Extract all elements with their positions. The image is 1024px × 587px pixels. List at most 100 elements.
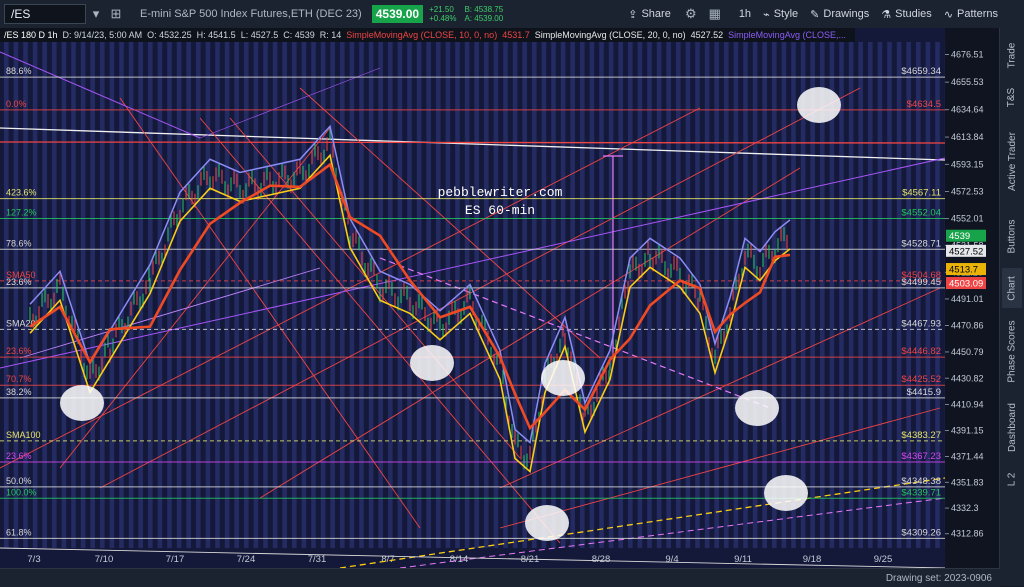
tab-phase-scores-label: Phase Scores: [1006, 319, 1018, 383]
session-stripe: [23, 42, 28, 548]
fib-level-right-label: $4309.26: [901, 527, 941, 538]
fib-level-left-label: SMA100: [6, 430, 41, 440]
session-stripe: [244, 42, 249, 548]
studies-label: Studies: [895, 8, 932, 20]
studies-button[interactable]: ⚗ Studies: [881, 8, 932, 21]
session-stripe: [215, 42, 220, 548]
flask-icon: ⚗: [881, 8, 892, 21]
ask-value: A: 4539.00: [464, 14, 504, 23]
fib-level-left-label: 50.0%: [6, 476, 32, 486]
price-tick-label: 4332.3: [951, 503, 979, 513]
session-stripe: [263, 42, 268, 548]
session-stripe: [320, 42, 326, 548]
session-stripe: [791, 42, 796, 548]
sma10-label[interactable]: SimpleMovingAvg (CLOSE, 10, 0, no): [346, 30, 497, 40]
date-tick-label: 7/3: [27, 554, 40, 565]
session-stripe: [359, 42, 364, 548]
tab-trade[interactable]: Trade: [1002, 34, 1022, 76]
timeframe-button[interactable]: 1h: [739, 8, 751, 20]
price-tick-label: 4312.86: [951, 529, 984, 539]
session-stripe: [724, 42, 729, 548]
price-tick-label: 4634.64: [951, 105, 984, 115]
style-icon: ⌁: [763, 8, 770, 21]
session-stripe: [512, 42, 518, 548]
bar-open: O: 4532.25: [147, 30, 192, 40]
session-stripe: [426, 42, 431, 548]
tab-chart[interactable]: Chart: [1002, 268, 1022, 308]
tab-time-sales-label: T&S: [1006, 87, 1018, 107]
session-stripe: [647, 42, 652, 548]
fib-level-right-label: $4348.38: [901, 476, 941, 487]
fib-level-right-label: $4567.11: [902, 188, 941, 199]
session-stripe: [234, 42, 239, 548]
tab-buttons[interactable]: Buttons: [1002, 208, 1022, 264]
fib-level-left-label: 127.2%: [6, 208, 37, 218]
session-stripe: [848, 42, 854, 548]
status-bar: Drawing set: 2023-0906: [0, 568, 1000, 587]
chart-area[interactable]: 4676.51 4655.53 4634.64 4613.84 4593.15 4572.…: [0, 28, 1000, 569]
symbol-search-icon[interactable]: ▾: [86, 4, 106, 24]
drawings-button[interactable]: ✎ Drawings: [810, 8, 869, 21]
session-stripe: [877, 42, 883, 548]
session-stripe: [436, 42, 441, 548]
price-tick-label: 4430.82: [951, 373, 984, 383]
style-button[interactable]: ⌁ Style: [763, 8, 798, 21]
top-toolbar: /ES ▾ ⊞ E-mini S&P 500 Index Futures,ETH…: [0, 0, 1024, 29]
price-chart[interactable]: 4676.51 4655.53 4634.64 4613.84 4593.15 4572.…: [0, 28, 1000, 569]
last-price: 4539.00: [371, 5, 424, 23]
tab-dashboard[interactable]: Dashboard: [1002, 394, 1022, 460]
session-stripe: [781, 42, 787, 548]
tab-chart-label: Chart: [1006, 275, 1018, 301]
price-tick-label: 4410.94: [951, 399, 984, 409]
session-stripe: [119, 42, 124, 548]
session-stripe: [772, 42, 777, 548]
price-label-text: 4539: [949, 231, 970, 242]
date-tick-label: 7/31: [308, 554, 327, 565]
tab-phase-scores[interactable]: Phase Scores: [1002, 312, 1022, 390]
date-tick-label: 9/18: [803, 554, 822, 565]
session-stripe: [484, 42, 489, 548]
symbol-input[interactable]: /ES: [4, 4, 86, 24]
session-stripe: [61, 42, 67, 548]
tab-active-trader[interactable]: Active Trader: [1002, 118, 1022, 204]
drawing-set-label: Drawing set: 2023-0906: [885, 572, 992, 584]
tab-level2[interactable]: L 2: [1002, 464, 1022, 494]
right-sidebar: Trade T&S Active Trader Buttons Chart Ph…: [999, 28, 1024, 586]
session-stripe: [541, 42, 547, 548]
drawings-label: Drawings: [823, 8, 870, 20]
session-stripe: [906, 42, 911, 548]
net-change: +21.50 +0.48%: [429, 5, 456, 23]
price-tick-label: 4572.53: [951, 187, 984, 197]
price-tick-label: 4450.79: [951, 347, 984, 357]
date-tick-label: 8/14: [450, 554, 469, 565]
session-stripe: [157, 42, 163, 548]
link-icon[interactable]: ⊞: [106, 4, 126, 24]
fib-level-left-label: 100.0%: [6, 487, 37, 497]
bid-ask: B: 4538.75 A: 4539.00: [464, 5, 503, 23]
sma20-label[interactable]: SimpleMovingAvg (CLOSE, 20, 0, no): [535, 30, 686, 40]
session-stripe: [340, 42, 345, 548]
fib-level-left-label: 23.6%: [6, 346, 32, 356]
tab-time-sales[interactable]: T&S: [1002, 80, 1022, 114]
settings-icon[interactable]: ⚙: [681, 4, 701, 24]
fib-level-right-label: $4659.34: [901, 66, 941, 77]
session-stripe: [637, 42, 643, 548]
instrument-name: E-mini S&P 500 Index Futures,ETH (DEC 23…: [140, 8, 362, 20]
fib-level-right-label: $4552.04: [901, 208, 941, 219]
grid-layout-icon[interactable]: ▦: [705, 4, 725, 24]
price-tick-label: 4371.44: [951, 451, 984, 461]
session-stripe: [522, 42, 527, 548]
share-button[interactable]: ⇪ Share: [628, 8, 671, 21]
drawings-icon: ✎: [810, 8, 820, 21]
session-stripe: [282, 42, 287, 548]
session-stripe: [138, 42, 143, 548]
fib-level-right-label: $4339.71: [901, 487, 941, 498]
tab-level2-label: L 2: [1006, 472, 1018, 486]
bar-close: C: 4539: [283, 30, 315, 40]
patterns-button[interactable]: ∿ Patterns: [944, 8, 998, 21]
fib-level-left-label: 78.6%: [6, 238, 32, 248]
fib-level-right-label: $4528.71: [901, 238, 941, 249]
session-stripe: [368, 42, 374, 548]
sma3-label[interactable]: SimpleMovingAvg (CLOSE,...: [728, 30, 846, 40]
bar-low: L: 4527.5: [240, 30, 279, 40]
